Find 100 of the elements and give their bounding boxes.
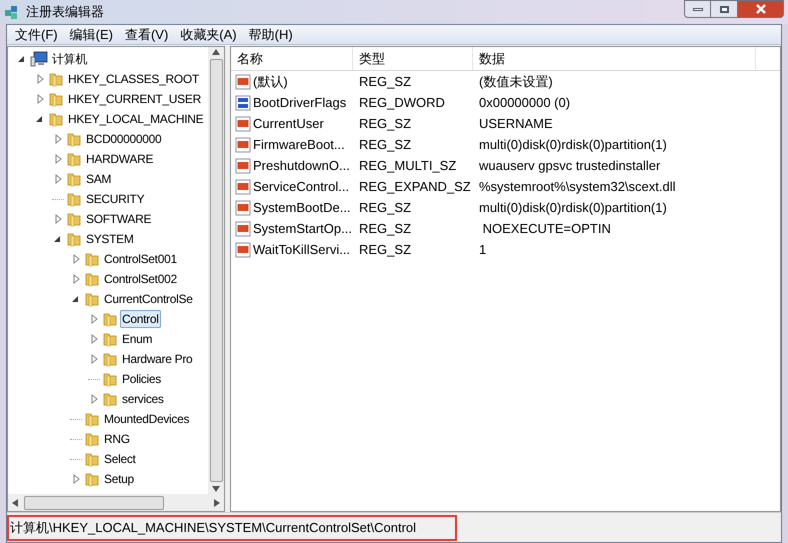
folder-icon xyxy=(48,91,64,107)
status-path: 计算机\HKEY_LOCAL_MACHINE\SYSTEM\CurrentControlSet\Control xyxy=(7,514,457,540)
value-name[interactable]: (默认) xyxy=(253,72,288,92)
tree-item[interactable]: Enum xyxy=(120,330,154,348)
tree-item[interactable]: BCD00000000 xyxy=(84,130,164,148)
value-name[interactable]: FirmwareBoot... xyxy=(253,134,345,154)
folder-icon xyxy=(84,411,100,427)
string-value-icon xyxy=(235,242,251,258)
close-icon xyxy=(754,4,766,14)
string-value-icon xyxy=(235,220,251,236)
menu-item[interactable]: 帮助(H) xyxy=(242,24,299,44)
folder-icon xyxy=(102,351,118,367)
value-data: 0x00000000 (0) xyxy=(478,94,572,112)
tree-item[interactable]: ControlSet001 xyxy=(102,250,179,268)
string-value-icon xyxy=(235,178,251,194)
value-type: REG_MULTI_SZ xyxy=(358,156,458,175)
value-name[interactable]: SystemBootDe... xyxy=(253,198,351,218)
folder-icon xyxy=(84,271,100,287)
tree-item[interactable]: SYSTEM xyxy=(84,230,136,248)
window-title: 注册表编辑器 xyxy=(26,3,104,22)
menu-item[interactable]: 查看(V) xyxy=(118,24,174,44)
tree-item[interactable]: HARDWARE xyxy=(84,150,156,168)
value-type: REG_EXPAND_SZ xyxy=(358,178,472,196)
value-type: REG_SZ xyxy=(358,114,412,133)
vertical-scrollbar[interactable] xyxy=(208,47,224,494)
tree-item[interactable]: ControlSet002 xyxy=(102,270,179,288)
string-value-icon xyxy=(235,200,251,216)
value-data: (数值未设置) xyxy=(478,72,554,91)
minimize-button[interactable] xyxy=(684,0,711,18)
tree-item[interactable]: Control xyxy=(120,310,161,328)
folder-icon xyxy=(66,151,82,167)
tree-item[interactable]: HKEY_CLASSES_ROOT xyxy=(66,70,201,88)
value-data: multi(0)disk(0)rdisk(0)partition(1) xyxy=(478,198,668,217)
folder-icon xyxy=(84,431,100,447)
value-data: %systemroot%\system32\scext.dll xyxy=(478,178,677,196)
value-name[interactable]: BootDriverFlags xyxy=(253,92,346,112)
scroll-up-icon[interactable] xyxy=(212,49,220,55)
value-name[interactable]: SystemStartOp... xyxy=(253,218,352,238)
menu-item[interactable]: 文件(F) xyxy=(9,24,64,44)
column-header[interactable]: 名称 xyxy=(231,47,353,70)
tree-item[interactable]: MountedDevices xyxy=(102,410,192,428)
folder-icon xyxy=(66,191,82,207)
menu-item[interactable]: 收藏夹(A) xyxy=(174,24,243,44)
value-data: multi(0)disk(0)rdisk(0)partition(1) xyxy=(478,136,668,154)
column-header[interactable]: 类型 xyxy=(353,47,473,70)
tree-item[interactable]: RNG xyxy=(102,430,132,448)
registry-cubes-icon xyxy=(4,4,20,20)
value-type: REG_SZ xyxy=(358,240,412,259)
tree-item[interactable]: services xyxy=(120,390,166,408)
computer-icon xyxy=(30,51,48,67)
value-name[interactable]: PreshutdownO... xyxy=(253,156,350,176)
close-button[interactable] xyxy=(737,0,784,18)
scroll-left-icon[interactable] xyxy=(12,498,18,506)
value-name[interactable]: WaitToKillServi... xyxy=(253,240,350,260)
tree-item[interactable]: HKEY_LOCAL_MACHINE xyxy=(66,110,206,128)
maximize-button[interactable] xyxy=(711,0,737,18)
folder-icon xyxy=(66,171,82,187)
value-type: REG_DWORD xyxy=(358,94,446,112)
tree-item[interactable]: SAM xyxy=(84,170,114,188)
value-name[interactable]: CurrentUser xyxy=(253,114,324,134)
string-value-icon xyxy=(235,158,251,174)
folder-icon xyxy=(84,451,100,467)
folder-icon xyxy=(84,251,100,267)
tree-item[interactable]: Hardware Pro xyxy=(120,350,194,368)
tree-item[interactable]: Select xyxy=(102,450,138,468)
value-type: REG_SZ xyxy=(358,220,412,238)
folder-icon xyxy=(102,311,118,327)
string-value-icon xyxy=(235,136,251,152)
value-type: REG_SZ xyxy=(358,198,412,217)
folder-icon xyxy=(102,391,118,407)
scroll-down-icon[interactable] xyxy=(212,486,220,492)
folder-icon xyxy=(102,371,118,387)
value-data: USERNAME xyxy=(478,114,554,133)
folder-icon xyxy=(48,71,64,87)
folder-icon xyxy=(84,291,100,307)
tree-item[interactable]: SOFTWARE xyxy=(84,210,154,228)
tree-item[interactable]: Policies xyxy=(120,370,163,388)
folder-icon xyxy=(84,471,100,487)
value-data: 1 xyxy=(478,240,488,259)
folder-icon xyxy=(66,231,82,247)
binary-value-icon xyxy=(235,94,251,110)
value-data: wuauserv gpsvc trustedinstaller xyxy=(478,156,662,175)
tree-item[interactable]: CurrentControlSe xyxy=(102,290,195,308)
scroll-right-icon[interactable] xyxy=(214,498,220,506)
tree-item[interactable]: Setup xyxy=(102,470,136,488)
folder-icon xyxy=(66,131,82,147)
tree-item[interactable]: 计算机 xyxy=(50,50,90,68)
string-value-icon xyxy=(235,116,251,132)
string-value-icon xyxy=(235,74,251,90)
tree-item[interactable]: SECURITY xyxy=(84,190,146,208)
folder-icon xyxy=(48,111,64,127)
menu-item[interactable]: 编辑(E) xyxy=(64,24,119,44)
tree-item[interactable]: HKEY_CURRENT_USER xyxy=(66,90,203,108)
horizontal-scrollbar[interactable] xyxy=(8,494,224,511)
value-data: NOEXECUTE=OPTIN xyxy=(482,220,612,238)
folder-icon xyxy=(66,211,82,227)
value-name[interactable]: ServiceControl... xyxy=(253,176,350,196)
value-type: REG_SZ xyxy=(358,136,412,154)
value-type: REG_SZ xyxy=(358,72,412,91)
column-header[interactable]: 数据 xyxy=(473,47,756,70)
